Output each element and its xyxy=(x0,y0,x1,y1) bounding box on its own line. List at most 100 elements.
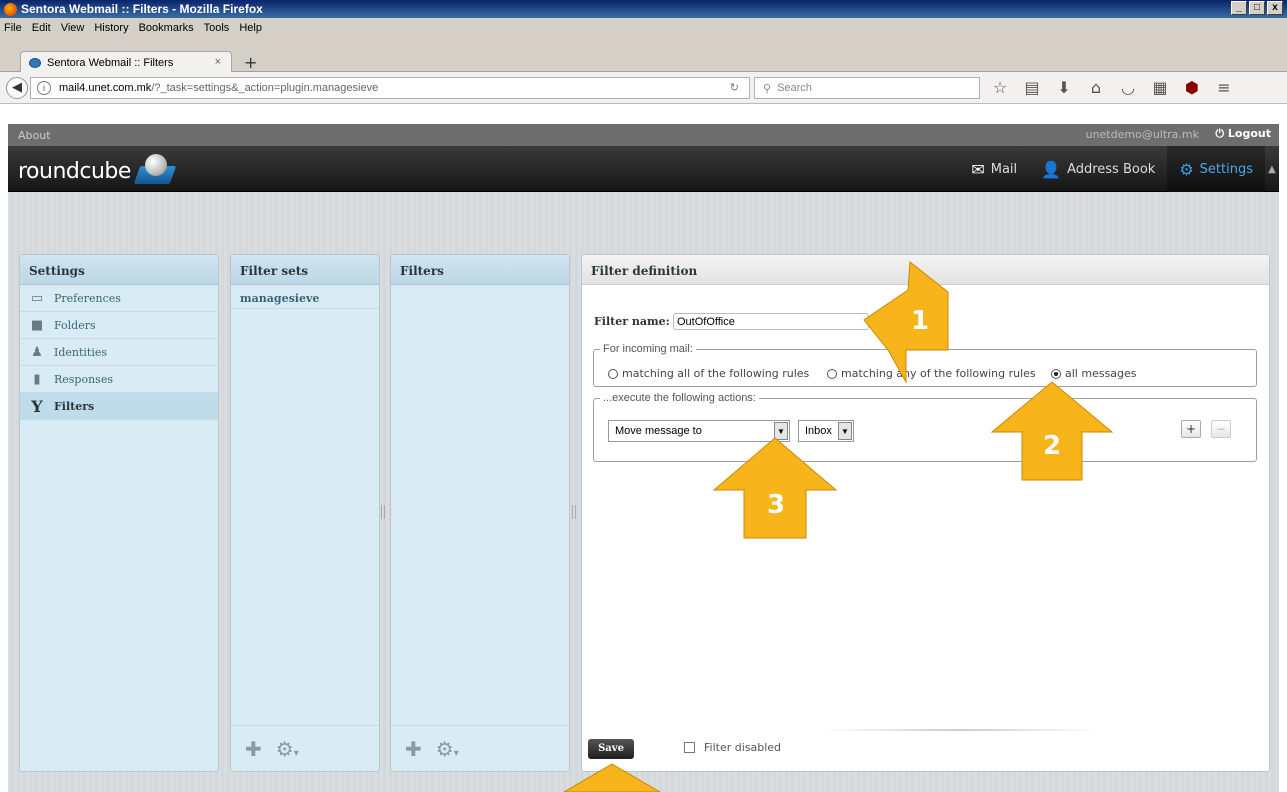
logout-label: Logout xyxy=(1227,127,1271,140)
incoming-mail-legend: For incoming mail: xyxy=(603,343,693,355)
radio-all-messages-dot[interactable] xyxy=(1051,368,1061,379)
ublock-icon[interactable]: ⬢ xyxy=(1182,78,1202,97)
navigation-bar: ◀ i mail4.unet.com.mk/?_task=settings&_a… xyxy=(0,72,1287,104)
reload-icon[interactable]: ↻ xyxy=(730,81,739,94)
sidebar-item-label: Responses xyxy=(54,372,113,386)
window-title: Sentora Webmail :: Filters - Mozilla Fir… xyxy=(21,2,263,16)
window-titlebar: Sentora Webmail :: Filters - Mozilla Fir… xyxy=(0,0,1287,18)
task-mail-label: Mail xyxy=(990,161,1018,177)
folder-select-value: Inbox xyxy=(805,425,832,437)
radio-match-all[interactable]: matching all of the following rules xyxy=(608,367,809,380)
remove-action-button[interactable]: − xyxy=(1211,420,1231,438)
dropdown-arrow-icon[interactable]: ▼ xyxy=(774,422,788,440)
sidebar-item-label: Identities xyxy=(54,345,108,359)
action-select[interactable]: Move message to ▼ xyxy=(608,420,790,442)
home-icon[interactable]: ⌂ xyxy=(1086,78,1106,97)
firefox-icon xyxy=(4,2,17,16)
pocket-icon[interactable]: ◡ xyxy=(1118,78,1138,97)
menu-view[interactable]: View xyxy=(61,22,85,34)
url-path: /?_task=settings&_action=plugin.managesi… xyxy=(151,82,379,94)
menu-bookmarks[interactable]: Bookmarks xyxy=(139,22,194,34)
user-email: unetdemo@ultra.mk xyxy=(1085,128,1199,141)
menu-help[interactable]: Help xyxy=(239,22,262,34)
collapse-header-icon[interactable]: ▲ xyxy=(1265,164,1279,175)
splitter-handle[interactable] xyxy=(572,505,576,519)
sidebar-item-responses[interactable]: ▮ Responses xyxy=(20,366,218,393)
monitor-icon: ▭ xyxy=(30,290,44,306)
menu-tools[interactable]: Tools xyxy=(204,22,230,34)
menu-history[interactable]: History xyxy=(94,22,128,34)
settings-panel: Settings ▭ Preferences ■ Folders ♟ Ident… xyxy=(19,254,219,772)
annotation-label-1: 1 xyxy=(911,306,930,336)
logo-cube-icon xyxy=(133,154,177,188)
folder-select[interactable]: Inbox ▼ xyxy=(798,420,854,442)
add-filter-set-icon[interactable]: ✚ xyxy=(245,737,262,761)
add-filter-icon[interactable]: ✚ xyxy=(405,737,422,761)
sidebar-item-identities[interactable]: ♟ Identities xyxy=(20,339,218,366)
app-header: roundcube ✉ Mail 👤 Address Book ⚙ Settin… xyxy=(8,146,1279,192)
filter-name-field[interactable] xyxy=(673,313,869,330)
dropdown-arrow-icon[interactable]: ▼ xyxy=(838,422,852,440)
settings-panel-title: Settings xyxy=(20,255,218,285)
task-mail[interactable]: ✉ Mail xyxy=(959,146,1029,192)
close-window-button[interactable]: x xyxy=(1267,1,1283,15)
filter-sets-footer: ✚ ⚙▾ xyxy=(231,725,379,771)
radio-match-any-label: matching any of the following rules xyxy=(841,367,1036,380)
filter-sets-panel: Filter sets managesieve ✚ ⚙▾ xyxy=(230,254,380,772)
extension-icon[interactable]: ▦ xyxy=(1150,78,1170,97)
task-address-book[interactable]: 👤 Address Book xyxy=(1029,146,1167,192)
save-button[interactable]: Save xyxy=(588,739,634,759)
radio-match-all-label: matching all of the following rules xyxy=(622,367,810,380)
filter-actions-gear-icon[interactable]: ⚙▾ xyxy=(436,737,459,761)
sidebar-item-folders[interactable]: ■ Folders xyxy=(20,312,218,339)
filter-disabled-label: Filter disabled xyxy=(704,741,782,754)
menu-file[interactable]: File xyxy=(4,22,22,34)
sidebar-item-preferences[interactable]: ▭ Preferences xyxy=(20,285,218,312)
radio-match-any-dot[interactable] xyxy=(827,368,837,379)
url-host: mail4.unet.com.mk xyxy=(59,82,152,94)
filter-set-actions-gear-icon[interactable]: ⚙▾ xyxy=(276,737,299,761)
splitter-handle[interactable] xyxy=(381,505,385,519)
incoming-mail-fieldset: For incoming mail: xyxy=(593,343,1257,387)
back-button[interactable]: ◀ xyxy=(6,77,28,99)
annotation-label-2: 2 xyxy=(1043,431,1062,461)
browser-tab[interactable]: Sentora Webmail :: Filters × xyxy=(20,51,232,73)
downloads-icon[interactable]: ⬇ xyxy=(1054,78,1074,97)
bookmark-star-icon[interactable]: ☆ xyxy=(990,78,1010,97)
document-icon: ▮ xyxy=(33,371,41,387)
about-link[interactable]: About xyxy=(18,129,51,142)
radio-all-messages[interactable]: all messages xyxy=(1051,367,1137,380)
funnel-icon: Y xyxy=(31,396,43,416)
power-icon: ⏻ xyxy=(1215,127,1228,140)
reading-list-icon[interactable]: ▤ xyxy=(1022,78,1042,97)
add-action-button[interactable]: + xyxy=(1181,420,1201,438)
close-tab-icon[interactable]: × xyxy=(215,56,221,68)
radio-match-all-dot[interactable] xyxy=(608,368,618,379)
task-navigation: ✉ Mail 👤 Address Book ⚙ Settings ▲ xyxy=(959,146,1279,192)
search-placeholder: Search xyxy=(777,82,812,94)
menu-hamburger-icon[interactable]: ≡ xyxy=(1214,78,1234,97)
person-icon: 👤 xyxy=(1041,159,1062,179)
envelope-icon: ✉ xyxy=(971,159,985,179)
filters-panel: Filters ✚ ⚙▾ xyxy=(390,254,570,772)
minimize-button[interactable]: _ xyxy=(1231,1,1247,15)
radio-match-any[interactable]: matching any of the following rules xyxy=(827,367,1036,380)
sidebar-item-label: Preferences xyxy=(54,291,121,305)
filter-disabled-checkbox[interactable] xyxy=(684,742,695,753)
filter-set-item[interactable]: managesieve xyxy=(231,285,379,309)
search-icon: ⚲ xyxy=(763,82,772,95)
site-info-icon[interactable]: i xyxy=(37,81,51,95)
search-input[interactable]: ⚲ Search xyxy=(754,77,980,99)
sidebar-item-filters[interactable]: Y Filters xyxy=(20,393,218,420)
new-tab-button[interactable]: + xyxy=(244,53,257,72)
menu-edit[interactable]: Edit xyxy=(32,22,51,34)
filters-title: Filters xyxy=(391,255,569,285)
roundcube-logo[interactable]: roundcube xyxy=(18,154,177,188)
sidebar-item-label: Filters xyxy=(54,399,95,413)
maximize-button[interactable]: □ xyxy=(1249,1,1265,15)
brand-name: roundcube xyxy=(18,158,131,184)
sidebar-item-label: Folders xyxy=(54,318,96,332)
task-settings[interactable]: ⚙ Settings xyxy=(1167,146,1265,192)
logout-button[interactable]: ⏻ Logout xyxy=(1215,127,1271,141)
url-bar[interactable]: i mail4.unet.com.mk/?_task=settings&_act… xyxy=(30,77,750,99)
